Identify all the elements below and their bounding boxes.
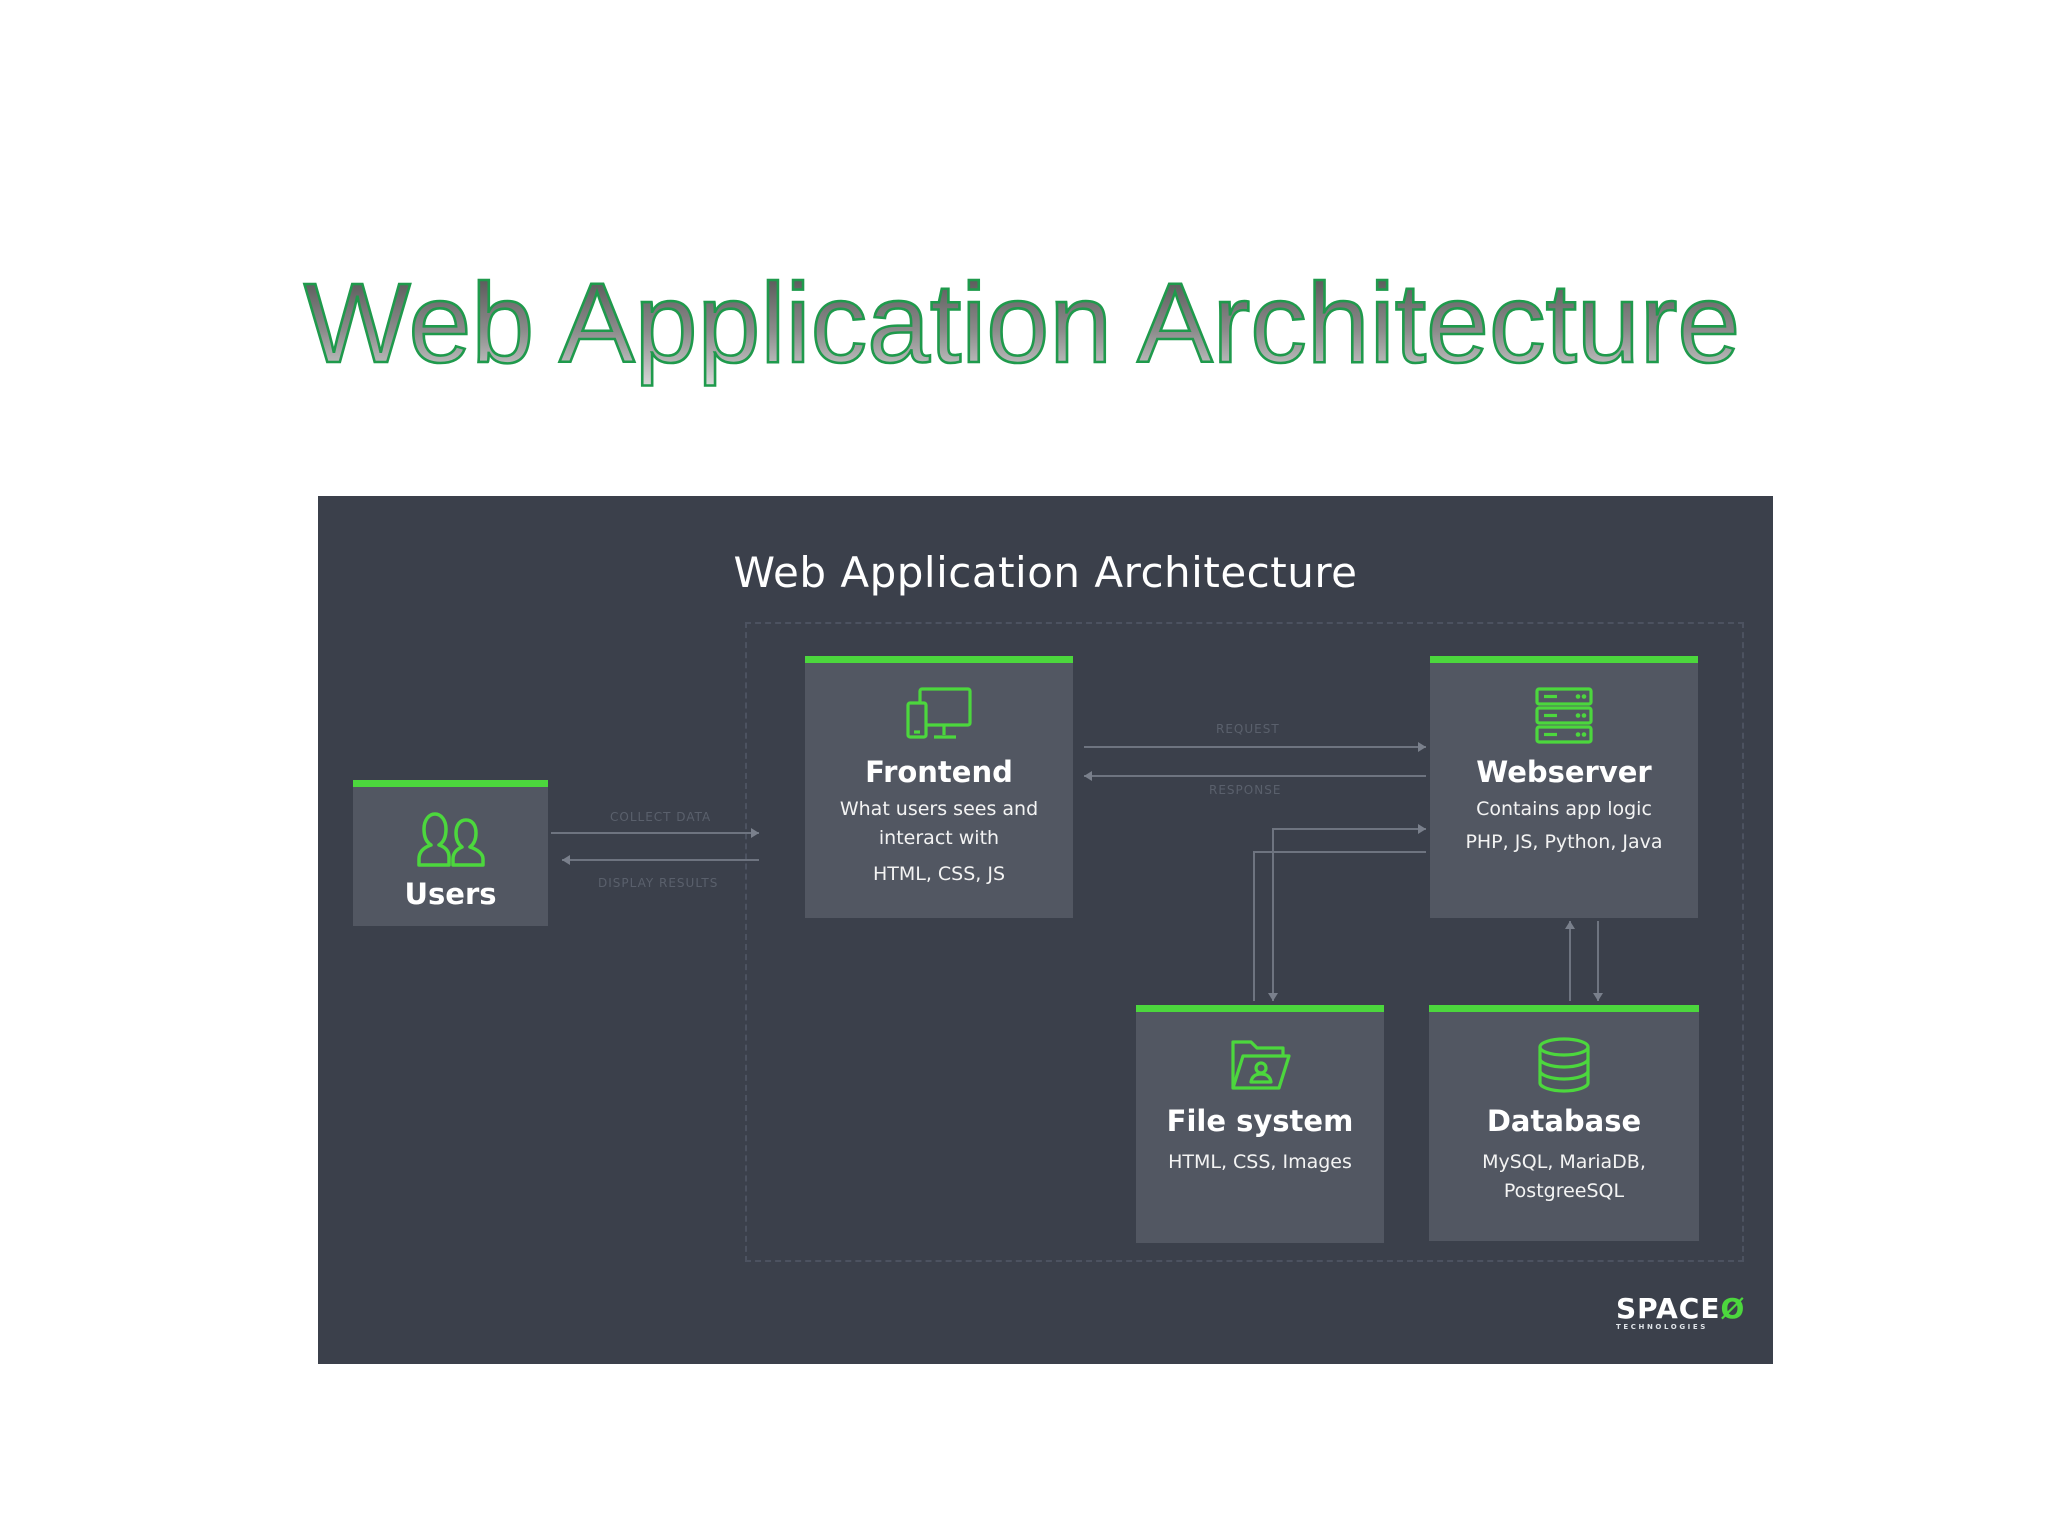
frontend-desc-line-3: HTML, CSS, JS — [872, 862, 1006, 885]
arrow-head — [1418, 742, 1426, 752]
architecture-diagram: Web Application Architecture COLLECT DAT… — [318, 496, 1773, 1364]
users-icon — [416, 812, 485, 867]
company-logo: SPACEØ TECHNOLOGIES — [1616, 1292, 1746, 1331]
response-label: RESPONSE — [1209, 783, 1282, 797]
logo-mark: Ø — [1720, 1292, 1746, 1325]
slide-title-text: Web Application Architecture — [304, 260, 1740, 386]
arrow-head — [1418, 824, 1426, 834]
arrow-head — [1593, 993, 1603, 1001]
filesystem-name: File system — [1166, 1104, 1354, 1138]
database-name: Database — [1486, 1104, 1642, 1138]
filesystem-description: HTML, CSS, Images — [1136, 1148, 1384, 1177]
webserver-description: Contains app logic PHP, JS, Python, Java — [1430, 795, 1698, 858]
arrow-head — [1565, 921, 1575, 929]
slide-title: Web Application Architecture — [0, 250, 2048, 390]
webserver-name: Webserver — [1476, 755, 1652, 789]
database-icon — [1538, 1037, 1590, 1093]
database-desc-line-2: PostgreeSQL — [1503, 1180, 1625, 1203]
users-name: Users — [404, 877, 497, 911]
users-node: Users — [353, 780, 548, 926]
frontend-description: What users sees and interact with HTML, … — [805, 795, 1073, 889]
database-description: MySQL, MariaDB, PostgreeSQL — [1429, 1148, 1699, 1207]
folder-user-icon — [1231, 1040, 1291, 1090]
database-desc-line-1: MySQL, MariaDB, — [1482, 1151, 1646, 1173]
frontend-desc-line-1: What users sees and — [839, 798, 1039, 820]
webserver-filesystem-line — [1272, 828, 1426, 1001]
server-icon — [1535, 687, 1593, 744]
webserver-desc-line-2: PHP, JS, Python, Java — [1465, 831, 1663, 854]
request-label: REQUEST — [1216, 722, 1280, 736]
arrow-head — [1084, 771, 1092, 781]
devices-icon — [906, 687, 972, 739]
display-results-label: DISPLAY RESULTS — [598, 876, 719, 890]
filesystem-node: File system HTML, CSS, Images — [1136, 1005, 1384, 1243]
filesystem-desc-line-1: HTML, CSS, Images — [1168, 1151, 1352, 1173]
database-node: Database MySQL, MariaDB, PostgreeSQL — [1429, 1005, 1699, 1241]
frontend-name: Frontend — [865, 755, 1013, 789]
frontend-node: Frontend What users sees and interact wi… — [805, 656, 1073, 918]
collect-data-label: COLLECT DATA — [610, 810, 712, 824]
arrow-head — [562, 855, 570, 865]
arrow-head — [1268, 993, 1278, 1001]
frontend-desc-line-2: interact with — [878, 827, 1000, 850]
webserver-desc-line-1: Contains app logic — [1476, 798, 1652, 820]
logo-wordmark: SPACE — [1616, 1292, 1721, 1325]
webserver-node: Webserver Contains app logic PHP, JS, Py… — [1430, 656, 1698, 918]
arrow-head — [751, 828, 759, 838]
